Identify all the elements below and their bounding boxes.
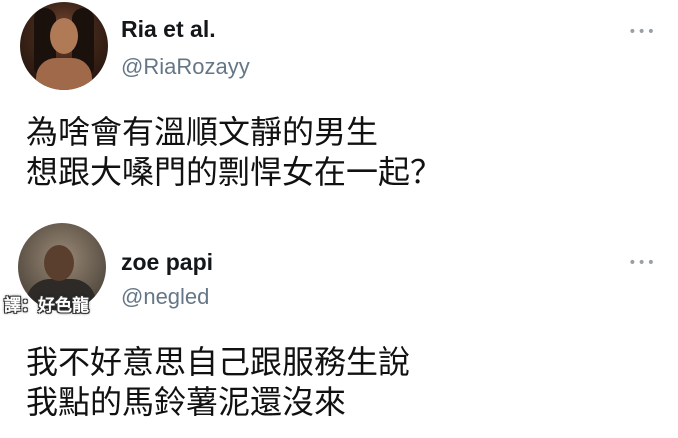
user-handle[interactable]: @negled	[121, 284, 209, 310]
translator-watermark: 譯：好色龍	[4, 296, 89, 316]
more-options-icon[interactable]: •••	[628, 256, 656, 270]
avatar[interactable]	[20, 2, 108, 90]
tweet-text-line: 想跟大嗓門的剽悍女在一起？	[26, 153, 443, 191]
tweet-text-line: 我點的馬鈴薯泥還沒來	[26, 383, 347, 421]
tweet-text: 我不好意思自己跟服務生說 我點的馬鈴薯泥還沒來	[26, 342, 410, 422]
display-name[interactable]: Ria et al.	[121, 16, 216, 43]
tweet: 譯：好色龍 zoe papi @negled ••• 我不好意思自己跟服務生說 …	[0, 215, 678, 438]
tweet: Ria et al. @RiaRozayy ••• 為啥會有溫順文靜的男生 想跟…	[0, 0, 678, 215]
user-handle[interactable]: @RiaRozayy	[121, 54, 250, 80]
tweet-text-line: 為啥會有溫順文靜的男生	[26, 113, 379, 151]
tweet-text-line: 我不好意思自己跟服務生說	[26, 343, 411, 381]
more-options-icon[interactable]: •••	[628, 25, 656, 39]
display-name[interactable]: zoe papi	[121, 249, 213, 276]
tweet-text: 為啥會有溫順文靜的男生 想跟大嗓門的剽悍女在一起？	[26, 112, 442, 192]
